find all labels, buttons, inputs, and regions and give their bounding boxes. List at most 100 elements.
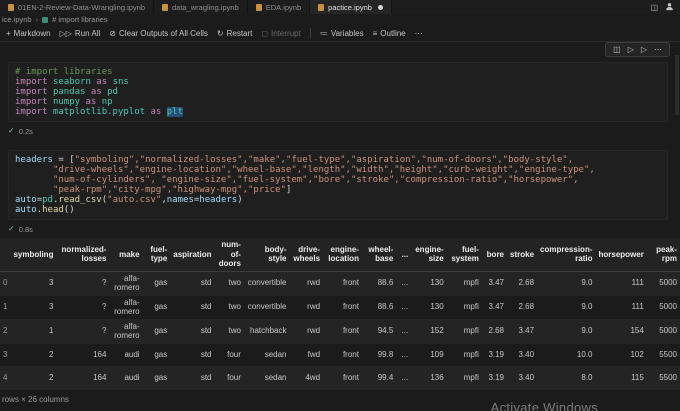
tab-review-data-wrangling[interactable]: 01EN-2-Review-Data-Wrangling.ipynb [0,0,154,14]
code-editor-read-csv[interactable]: headers = ["symboling","normalized-losse… [15,155,661,215]
code-cell-imports[interactable]: # import libraries import seaborn as sns i… [8,62,668,122]
tab-eda[interactable]: EDA.ipynb [248,0,311,14]
table-cell: 130 [411,271,447,296]
code-token: as [85,97,102,107]
breadcrumb-file[interactable]: ice.ipynb [2,15,32,24]
table-cell: 3.40 [507,366,538,390]
table-cell: 3.40 [507,343,538,367]
table-cell: 111 [595,295,647,320]
account-icon[interactable] [665,2,674,13]
table-cell: 88.6 [361,295,397,320]
code-line: import pandas as pd [15,87,661,97]
run-below-icon[interactable]: ▷ [641,45,647,54]
column-header-normalized-losses: normalized-losses [56,238,110,272]
add-markdown-label: Markdown [13,28,51,38]
table-cell: rwd [289,319,324,344]
table-cell: sedan [243,343,290,367]
variables-button[interactable]: ≔ Variables [320,29,364,38]
row-index-cell: 3 [0,343,11,367]
restart-label: Restart [226,28,253,38]
scrollbar-thumb[interactable] [675,55,679,115]
table-cell: 130 [411,295,447,320]
code-line: auto=pd.read_csv("auto.csv",names=header… [15,195,661,205]
tab-data-wragling[interactable]: data_wragling.ipynb [154,0,248,14]
table-cell: 9.0 [537,319,596,344]
add-markdown-button[interactable]: + Markdown [6,29,51,38]
table-cell: ... [396,343,412,367]
run-all-button[interactable]: ▷▷ Run All [60,29,101,38]
code-line: "peak-rpm","city-mpg","highway-mpg","pri… [15,185,661,195]
breadcrumb: ice.ipynb › # import libraries [0,14,680,25]
table-row: 2 1? alfa-romero gas std two hatchback rwd front… [0,319,680,344]
code-token: import [15,97,53,107]
table-cell: two [214,319,244,344]
code-editor-imports[interactable]: # import libraries import seaborn as sns i… [15,67,661,117]
clear-outputs-button[interactable]: ⊘ Clear Outputs of All Cells [109,29,208,38]
split-cell-icon[interactable]: ◫ [613,45,621,54]
table-row: 0 3? alfa-romero gas std two convertible rwd fro… [0,271,680,296]
code-token: read_csv [58,195,102,205]
success-check-icon: ✓ [8,126,15,135]
column-header-fuel-system: fuel-system [446,238,482,272]
unsaved-changes-dot[interactable] [377,4,383,10]
tab-label: pactice.ipynb [328,2,372,12]
success-check-icon: ✓ [8,224,15,233]
tab-pactice-active[interactable]: pactice.ipynb [310,0,392,14]
table-cell: 3 [10,271,57,296]
table-cell: mpfi [446,295,482,320]
table-cell: audi [109,343,143,367]
run-above-icon[interactable]: ▷ [628,45,634,54]
table-cell: front [323,319,362,344]
table-cell: mpfi [446,366,482,390]
editor-actions: ◫ [650,0,680,14]
more-cell-actions-icon[interactable]: ⋯ [654,45,662,54]
split-editor-icon[interactable]: ◫ [650,3,658,12]
table-cell: gas [142,319,171,344]
breadcrumb-section[interactable]: # import libraries [52,15,107,24]
cell-output-area: symboling normalized-losses make fuel-type a… [0,238,680,404]
code-line: "num-of-cylinders", "engine-size","fuel-… [15,175,661,185]
tab-label: 01EN-2-Review-Data-Wrangling.ipynb [18,2,145,12]
code-token: seaborn [52,77,97,87]
table-cell: rwd [289,295,324,320]
outline-button[interactable]: ≡ Outline [373,29,406,38]
table-cell: alfa-romero [109,319,143,344]
clear-outputs-label: Clear Outputs of All Cells [118,28,208,38]
code-line: "drive-wheels","engine-location","wheel-… [15,165,661,175]
table-cell: fwd [289,343,324,367]
table-cell: 3.47 [481,271,508,296]
interrupt-label: Interrupt [271,28,301,38]
table-cell: std [170,295,215,320]
run-all-icon: ▷▷ [59,28,72,38]
table-cell: front [323,343,362,367]
code-token: plt [166,107,184,117]
table-cell: ... [396,366,412,390]
code-token: "symboling","normalized-losses","make","… [74,155,574,165]
code-token: np [101,97,113,107]
table-cell: 152 [411,319,447,344]
code-token: as [150,107,167,117]
code-token: import [15,87,53,97]
row-index-cell: 4 [0,366,11,390]
code-token: pd [107,87,118,97]
table-cell: 99.4 [361,366,397,390]
code-token: auto [15,195,37,205]
code-token: as [90,87,108,97]
table-cell: 2 [10,343,57,367]
code-line: import matplotlib.pyplot as plt [15,107,661,117]
notebook-file-icon [318,3,325,11]
table-cell: 3 [10,295,57,320]
table-cell: gas [142,366,171,390]
notebook-file-icon [255,3,262,11]
interrupt-button[interactable]: ◻ Interrupt [261,29,300,38]
table-cell: rwd [289,271,324,296]
symbol-icon [42,16,49,23]
restart-button[interactable]: ↻ Restart [217,29,253,38]
more-actions-button[interactable]: ⋯ [415,29,423,38]
tab-label: EDA.ipynb [265,2,302,12]
table-cell: 94.5 [361,319,397,344]
table-cell: 111 [595,271,647,296]
chevron-right-icon: › [35,15,39,24]
code-cell-read-csv[interactable]: headers = ["symboling","normalized-losse… [8,150,668,220]
notebook-file-icon [8,3,14,11]
